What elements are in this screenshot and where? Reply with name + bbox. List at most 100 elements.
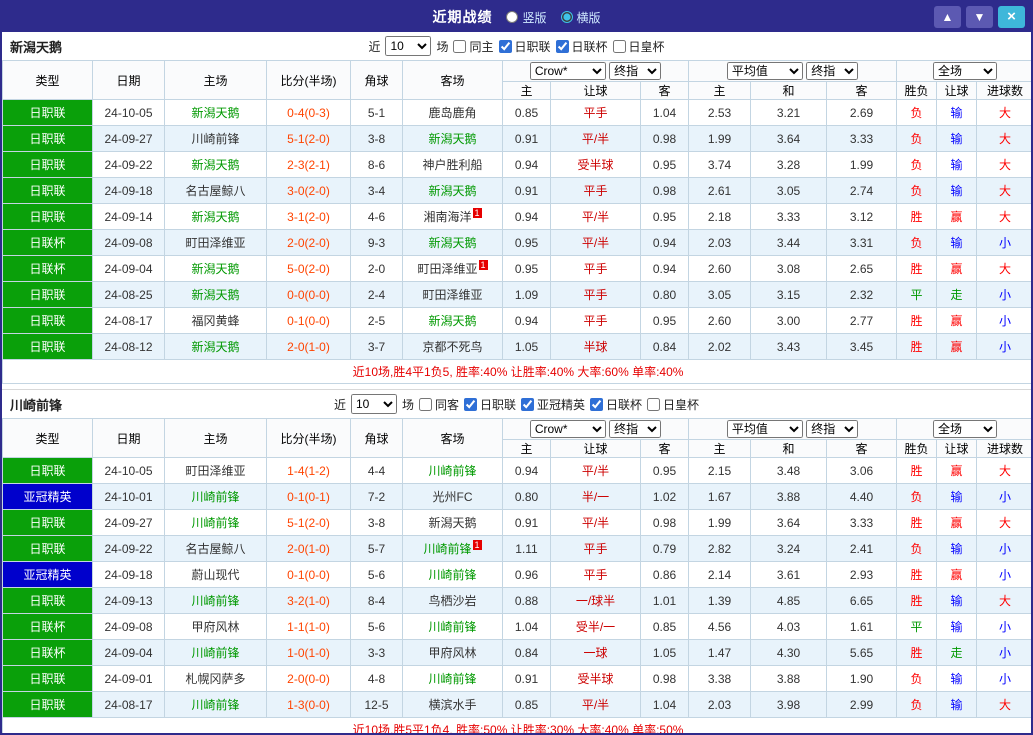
team-name[interactable]: 名古屋鲸八 — [185, 184, 245, 198]
team-name[interactable]: 川崎前锋 — [191, 132, 239, 146]
league-type-cell: 日联杯 — [2, 639, 93, 666]
same-venue-filter[interactable]: 同客 — [418, 396, 459, 413]
bookmaker-select[interactable]: Crow* — [529, 62, 606, 80]
team-name[interactable]: 横滨水手 — [428, 698, 476, 712]
team-name[interactable]: 甲府风林 — [191, 620, 239, 634]
avg-home-odds-cell: 2.60 — [688, 255, 752, 282]
score-cell: 3-0(2-0) — [266, 177, 351, 204]
team-cell: 新潟天鹅 — [402, 229, 503, 256]
summary-text: 近10场,胜4平1负5, 胜率:40% 让胜率:40% 大率:60% 单率:40… — [2, 359, 1031, 384]
layout-horizontal-radio[interactable] — [560, 11, 573, 23]
avg-stage-select[interactable]: 终指 — [806, 62, 859, 80]
team-name[interactable]: 新潟天鹅 — [191, 106, 239, 120]
team-name[interactable]: 福冈黄蜂 — [191, 314, 239, 328]
team-name[interactable]: 川崎前锋 — [191, 594, 239, 608]
league-filter[interactable]: 日联杯 — [590, 396, 642, 413]
match-count-select[interactable]: 10 — [350, 394, 397, 414]
team-cell: 新潟天鹅 — [164, 99, 267, 126]
league-type-cell: 日职联 — [2, 535, 93, 562]
scope-select[interactable]: 全场 — [933, 420, 998, 438]
team-name[interactable]: 川崎前锋 — [428, 672, 476, 686]
crown-handicap-cell: 平手 — [550, 281, 641, 308]
average-select[interactable]: 平均值 — [726, 62, 803, 80]
layout-vertical-radio[interactable] — [506, 11, 519, 23]
team-cell: 新潟天鹅 — [402, 307, 503, 334]
team-name[interactable]: 川崎前锋 — [191, 516, 239, 530]
goals-result-cell: 小 — [976, 639, 1031, 666]
team-name[interactable]: 町田泽维亚 — [185, 236, 245, 250]
league-filter[interactable]: 日职联 — [463, 396, 516, 413]
league-filter[interactable]: 日职联 — [498, 38, 551, 55]
league-filter[interactable]: 亚冠精英 — [521, 396, 585, 413]
team-name[interactable]: 新潟天鹅 — [428, 314, 476, 328]
col-goals-result: 进球数 — [976, 81, 1031, 100]
average-select[interactable]: 平均值 — [726, 420, 803, 438]
league-filter-checkbox[interactable] — [555, 39, 569, 53]
team-name[interactable]: 新潟天鹅 — [191, 340, 239, 354]
date-cell: 24-09-13 — [92, 587, 165, 614]
team-name[interactable]: 新潟天鹅 — [191, 158, 239, 172]
crown-away-odds-cell: 0.80 — [639, 281, 690, 308]
team-name[interactable]: 川崎前锋 — [191, 490, 239, 504]
team-name[interactable]: 鹿岛鹿角 — [428, 106, 476, 120]
crown-home-odds-cell: 0.91 — [502, 125, 551, 152]
layout-vertical-option[interactable]: 竖版 — [506, 9, 547, 26]
corners-cell: 9-3 — [350, 229, 403, 256]
team-name[interactable]: 町田泽维亚 — [185, 464, 245, 478]
team-name[interactable]: 甲府风林 — [428, 646, 476, 660]
layout-horizontal-option[interactable]: 横版 — [560, 9, 601, 26]
team-name[interactable]: 川崎前锋 — [191, 646, 239, 660]
crown-away-odds-cell: 0.95 — [639, 457, 690, 484]
league-filter-checkbox[interactable] — [612, 39, 626, 53]
match-count-select[interactable]: 10 — [385, 36, 432, 56]
team-name[interactable]: 新潟天鹅 — [428, 184, 476, 198]
avg-stage-select[interactable]: 终指 — [806, 420, 859, 438]
goals-result-cell: 小 — [976, 483, 1031, 510]
same-venue-checkbox[interactable] — [418, 397, 432, 411]
league-filter[interactable]: 日皇杯 — [647, 396, 699, 413]
team-name[interactable]: 札幌冈萨多 — [185, 672, 245, 686]
handicap-result-cell: 赢 — [936, 333, 978, 360]
close-button[interactable]: × — [998, 6, 1025, 28]
scroll-down-button[interactable]: ▼ — [966, 6, 993, 28]
team-name[interactable]: 蔚山现代 — [191, 568, 239, 582]
team-name[interactable]: 新潟天鹅 — [191, 288, 239, 302]
scope-select[interactable]: 全场 — [933, 62, 998, 80]
team-name[interactable]: 川崎前锋 — [428, 464, 476, 478]
bookmaker-select[interactable]: Crow* — [529, 420, 606, 438]
same-venue-checkbox[interactable] — [453, 39, 467, 53]
team-name[interactable]: 神户胜利船 — [422, 158, 482, 172]
team-name[interactable]: 新潟天鹅 — [428, 132, 476, 146]
team-name[interactable]: 町田泽维亚 — [422, 288, 482, 302]
handicap-result-cell: 输 — [936, 151, 978, 178]
same-venue-filter[interactable]: 同主 — [453, 38, 494, 55]
team-name[interactable]: 新潟天鹅 — [428, 236, 476, 250]
league-filter[interactable]: 日皇杯 — [612, 38, 665, 55]
goals-result-cell: 小 — [976, 535, 1031, 562]
league-filter-checkbox[interactable] — [463, 397, 477, 411]
team-name[interactable]: 京都不死鸟 — [422, 340, 482, 354]
league-filter[interactable]: 日联杯 — [555, 38, 608, 55]
team-name[interactable]: 川崎前锋 — [191, 698, 239, 712]
odds-stage-select[interactable]: 终指 — [609, 62, 662, 80]
league-filter-checkbox[interactable] — [498, 39, 512, 53]
team-name[interactable]: 名古屋鲸八 — [185, 542, 245, 556]
league-filter-checkbox[interactable] — [590, 397, 604, 411]
team-name[interactable]: 鸟栖沙岩 — [428, 594, 476, 608]
scroll-up-button[interactable]: ▲ — [934, 6, 961, 28]
team-name[interactable]: 川崎前锋 — [423, 542, 471, 556]
team-name[interactable]: 町田泽维亚 — [417, 262, 477, 276]
score-cell: 0-1(0-0) — [266, 307, 351, 334]
match-result-cell: 负 — [896, 665, 938, 692]
team-name[interactable]: 光州FC — [433, 490, 473, 504]
league-filter-checkbox[interactable] — [647, 397, 661, 411]
crown-away-odds-cell: 0.98 — [639, 509, 690, 536]
team-name[interactable]: 川崎前锋 — [428, 620, 476, 634]
team-name[interactable]: 湘南海洋 — [423, 210, 471, 224]
team-name[interactable]: 川崎前锋 — [428, 568, 476, 582]
odds-stage-select[interactable]: 终指 — [609, 420, 662, 438]
team-name[interactable]: 新潟天鹅 — [191, 210, 239, 224]
team-name[interactable]: 新潟天鹅 — [428, 516, 476, 530]
league-filter-checkbox[interactable] — [521, 397, 534, 411]
team-name[interactable]: 新潟天鹅 — [191, 262, 239, 276]
